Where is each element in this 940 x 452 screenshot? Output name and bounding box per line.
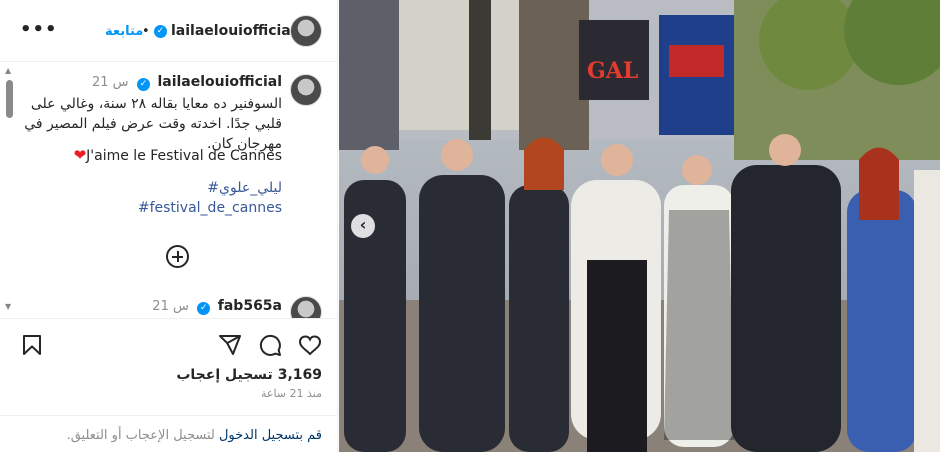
follow-button[interactable]: متابعة <box>105 24 143 39</box>
comments-section: ▲ ▼ 21 س ✓ lailaelouiofficial السوفنير د… <box>0 62 338 318</box>
verified-icon: ✓ <box>154 25 167 38</box>
verified-icon: ✓ <box>137 78 150 91</box>
post-actions: 3,169 تسجيل إعجاب منذ 21 ساعة قم بتسجيل … <box>0 318 338 452</box>
post-photo[interactable]: GAL ‹ <box>339 0 940 452</box>
scroll-up-icon[interactable]: ▲ <box>5 66 11 75</box>
svg-text:GAL: GAL <box>587 58 638 84</box>
comment-time: 21 س <box>91 75 129 90</box>
comment-avatar[interactable] <box>290 74 322 106</box>
photo-scene: GAL <box>339 0 940 452</box>
comment-header: 21 س ✓ lailaelouiofficial <box>92 74 282 91</box>
comment-header: 21 س ✓ fab565a <box>152 298 282 315</box>
login-link[interactable]: قم بتسجيل الدخول <box>219 428 322 443</box>
heart-icon[interactable] <box>298 333 322 357</box>
header-avatar[interactable] <box>290 15 322 47</box>
bookmark-icon[interactable] <box>20 333 44 357</box>
load-more-comments-icon[interactable] <box>166 245 189 268</box>
hashtag-link[interactable]: #festival_de_cannes <box>138 200 282 216</box>
likes-count[interactable]: 3,169 تسجيل إعجاب <box>176 367 322 383</box>
carousel-prev-button[interactable]: ‹ <box>351 214 375 238</box>
login-prompt-rest: لتسجيل الإعجاب أو التعليق. <box>66 428 219 443</box>
header-separator: • <box>142 24 150 39</box>
header-username[interactable]: lailaelouiofficial <box>171 23 296 39</box>
more-options-icon[interactable]: ••• <box>20 19 58 40</box>
post-header: ••• متابعة • ✓ lailaelouiofficial <box>0 0 338 62</box>
comment-icon[interactable] <box>258 333 282 357</box>
login-prompt-text: قم بتسجيل الدخول لتسجيل الإعجاب أو التعل… <box>67 428 322 443</box>
comment-avatar[interactable] <box>290 296 322 318</box>
comment-username[interactable]: lailaelouiofficial <box>157 74 282 90</box>
scrollbar-thumb[interactable] <box>6 80 13 118</box>
caption-text: السوفنير ده معايا بقاله ٢٨ سنة، وغالي عل… <box>24 96 282 152</box>
comments-scrollbar[interactable]: ▲ ▼ <box>2 66 16 314</box>
verified-icon: ✓ <box>197 302 211 315</box>
comment-username[interactable]: fab565a <box>218 298 282 314</box>
scroll-down-icon[interactable]: ▼ <box>5 302 11 311</box>
caption-english-line: ❤J'aime le Festival de Cannes <box>74 146 282 164</box>
post-time: منذ 21 ساعة <box>260 387 322 400</box>
caption-english-text: J'aime le Festival de Cannes <box>86 148 282 164</box>
hashtag-link[interactable]: #ليلي_علوي <box>207 180 282 196</box>
post-info-panel: ••• متابعة • ✓ lailaelouiofficial ▲ ▼ 21… <box>0 0 338 452</box>
comment-time: 21 س <box>152 299 189 314</box>
login-prompt: قم بتسجيل الدخول لتسجيل الإعجاب أو التعل… <box>0 415 338 452</box>
red-heart-icon: ❤ <box>73 146 87 164</box>
share-icon[interactable] <box>218 333 242 357</box>
